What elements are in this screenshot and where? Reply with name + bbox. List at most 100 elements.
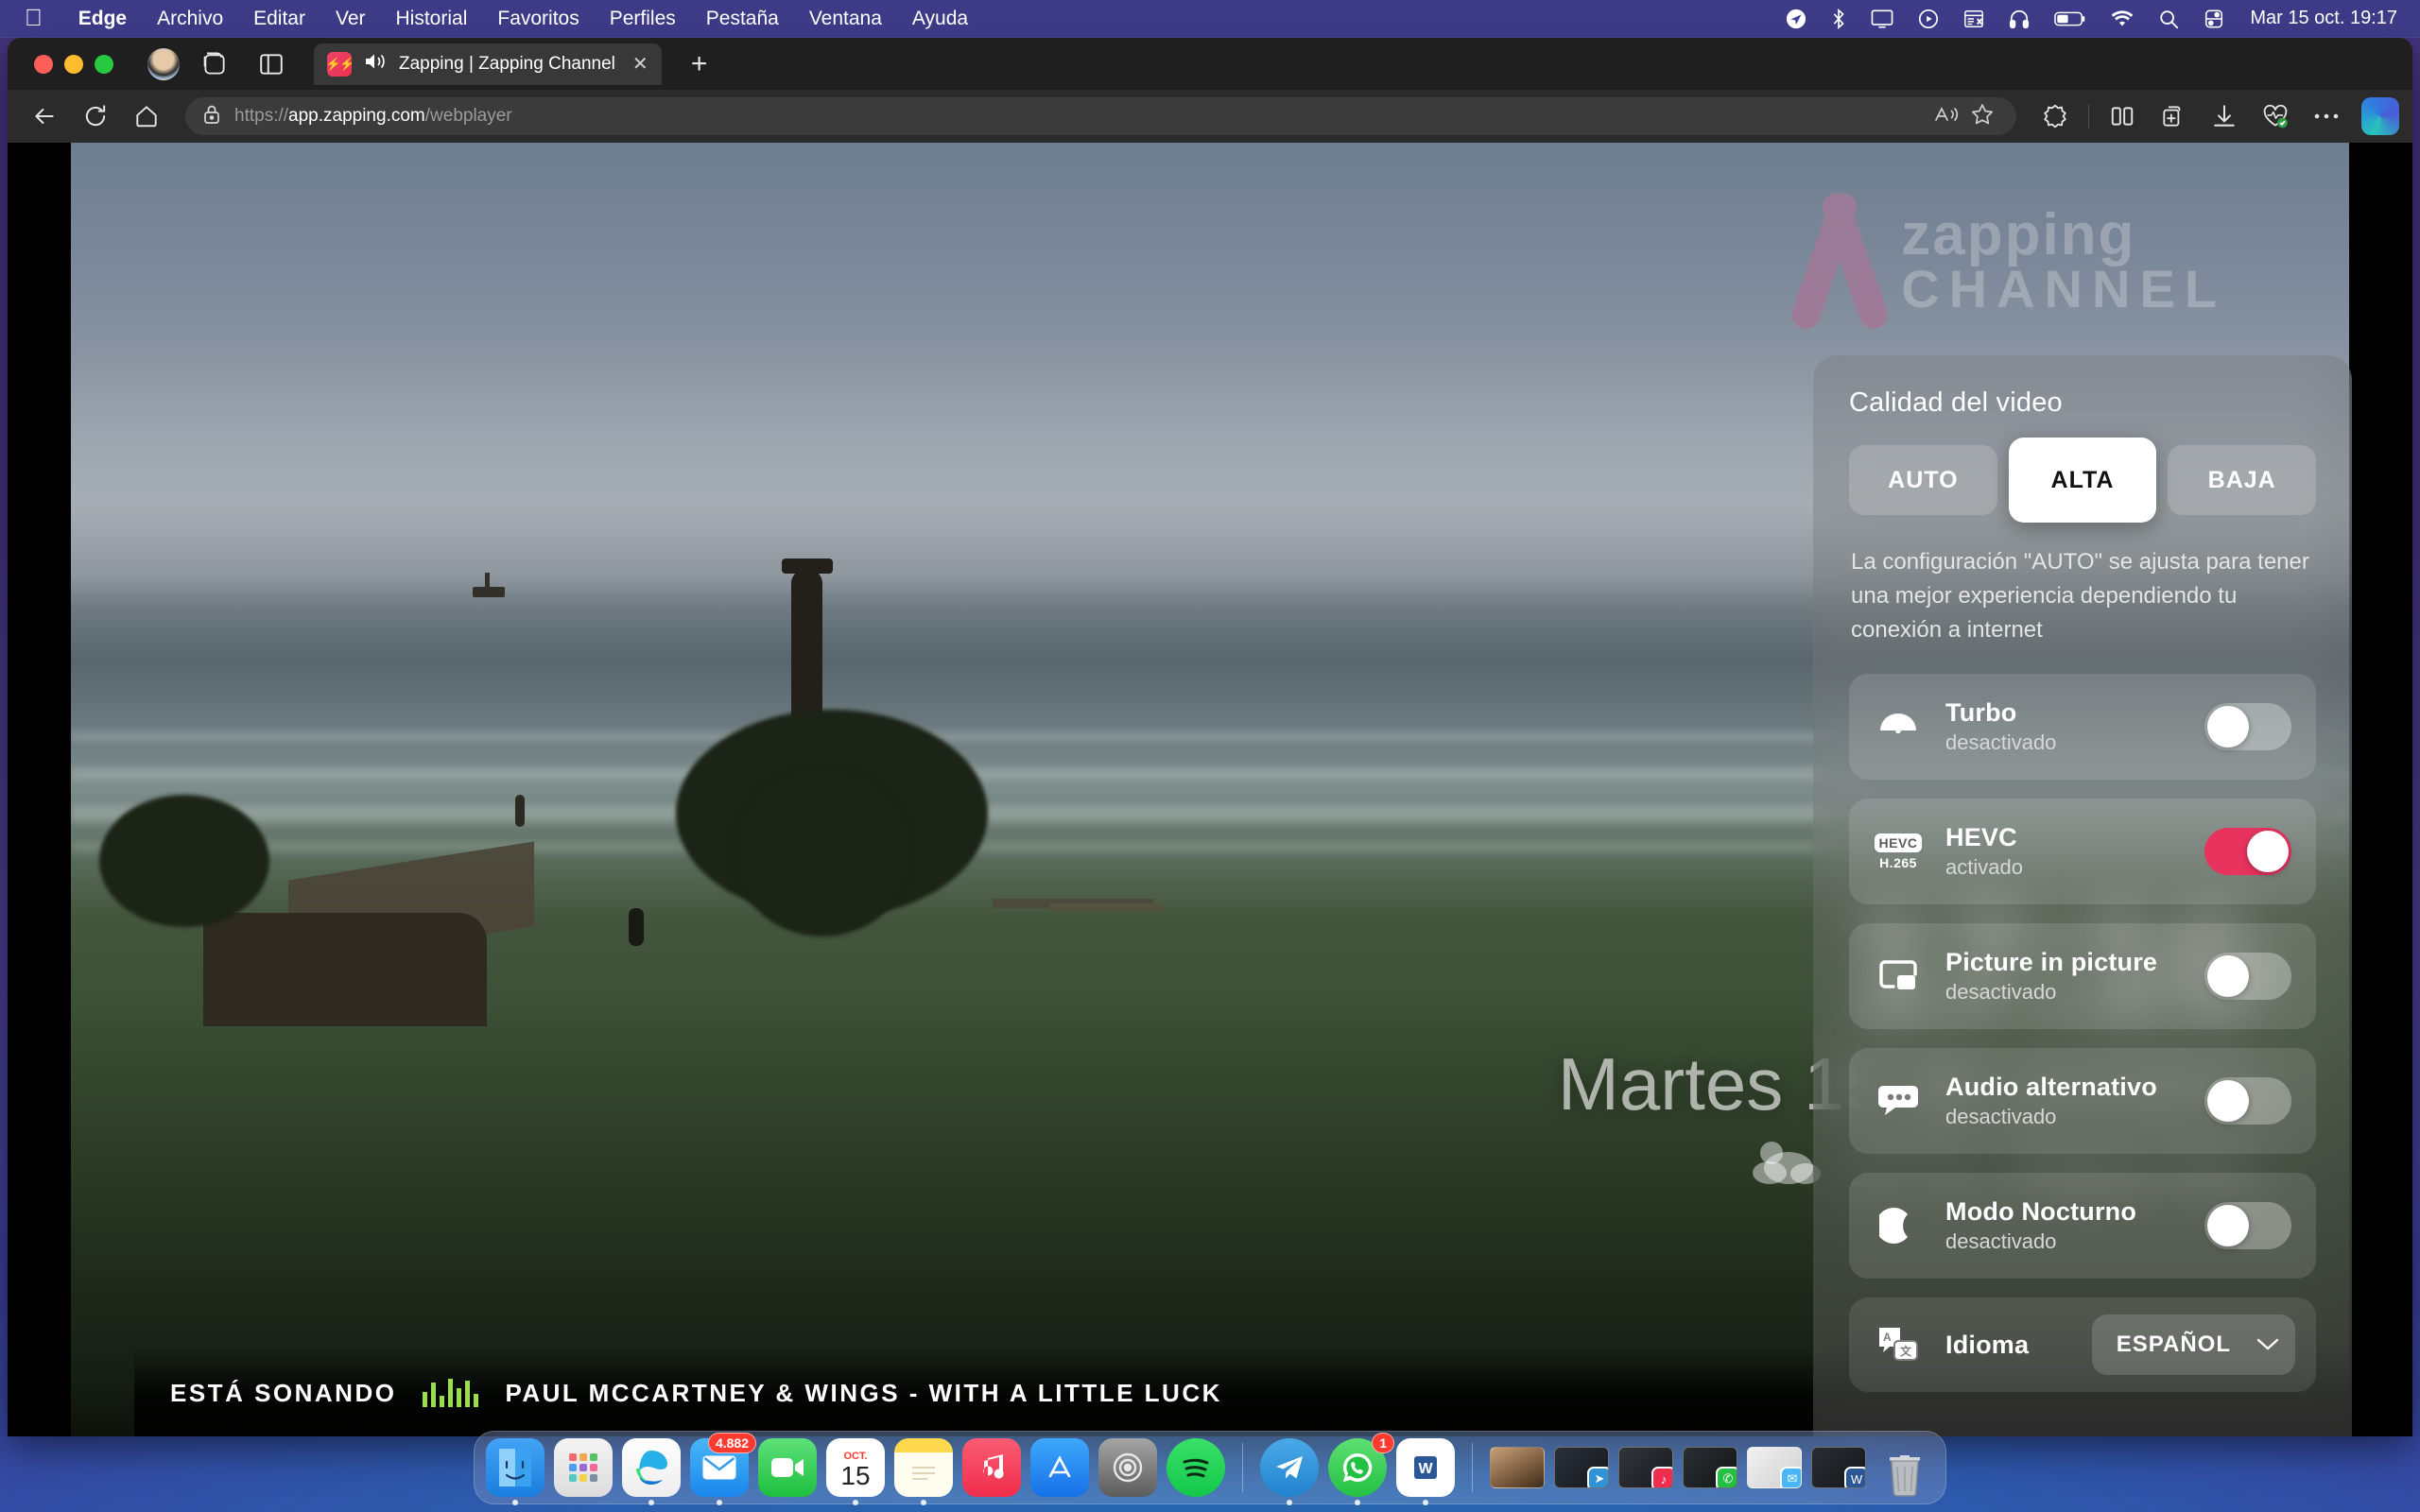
screenshot-icon[interactable] [1951, 9, 1996, 29]
dock-app-calendar[interactable]: OCT. 15 [826, 1438, 885, 1505]
menu-item-historial[interactable]: Historial [381, 8, 483, 30]
minimized-word-window[interactable]: W [1811, 1447, 1866, 1488]
setting-row-turbo[interactable]: Turbo desactivado [1849, 674, 2316, 780]
setting-title: Audio alternativo [1945, 1073, 2157, 1101]
display-icon[interactable] [1858, 9, 1906, 29]
browser-tab-zapping[interactable]: ⚡⚡ Zapping | Zapping Channel ✕ [314, 43, 662, 85]
workspaces-icon[interactable] [193, 45, 236, 83]
setting-row-hevc[interactable]: HEVC H.265 HEVC activado [1849, 799, 2316, 904]
downloads-icon[interactable] [2201, 96, 2248, 136]
dock-app-spotify[interactable] [1167, 1438, 1225, 1497]
split-pane-icon[interactable] [250, 45, 293, 83]
control-center-icon[interactable] [2191, 9, 2237, 29]
split-screen-icon[interactable] [2099, 96, 2146, 136]
dock-app-mail[interactable]: 4.882 [690, 1433, 756, 1505]
dock-app-notes[interactable] [894, 1438, 953, 1505]
quality-option-alta[interactable]: ALTA [2008, 438, 2157, 523]
menubar-clock[interactable]: Mar 15 oct. 19:17 [2237, 8, 2420, 29]
menu-item-ayuda[interactable]: Ayuda [897, 8, 983, 30]
new-tab-button[interactable]: + [679, 49, 720, 78]
search-icon[interactable] [2146, 9, 2191, 29]
menu-item-ventana[interactable]: Ventana [794, 8, 897, 30]
minimized-whatsapp-window[interactable]: ✆ [1683, 1447, 1737, 1488]
whatsapp-badge-icon: ✆ [1716, 1467, 1737, 1487]
battery-icon[interactable] [2042, 9, 2099, 28]
home-icon[interactable] [123, 96, 170, 136]
video-stage: zapping CHANNEL 17:16 Martes 15 de octub… [8, 143, 2412, 1436]
dock-app-facetime[interactable] [758, 1438, 817, 1497]
copilot-icon[interactable] [2361, 97, 2399, 135]
url-text: https://app.zapping.com/webplayer [234, 106, 512, 126]
quality-option-auto[interactable]: AUTO [1849, 445, 1997, 515]
wifi-icon[interactable] [2099, 9, 2146, 28]
minimize-window-button[interactable] [64, 54, 83, 74]
minimized-telegram-window[interactable]: ➤ [1554, 1447, 1609, 1488]
dock-app-telegram[interactable] [1260, 1438, 1319, 1505]
menu-item-archivo[interactable]: Archivo [142, 8, 238, 30]
language-value: ESPAÑOL [2116, 1332, 2231, 1357]
toggle-hevc[interactable] [2204, 828, 2291, 875]
more-options-icon[interactable] [2303, 96, 2350, 136]
location-icon[interactable] [1773, 9, 1819, 29]
favorite-star-icon[interactable] [1969, 102, 1996, 131]
toggle-turbo[interactable] [2204, 703, 2291, 750]
reload-icon[interactable] [72, 96, 119, 136]
apple-logo-icon[interactable]:  [25, 7, 43, 30]
setting-row-idioma[interactable]: A 文 Idioma ESPAÑOL [1849, 1297, 2316, 1392]
close-tab-button[interactable]: ✕ [627, 52, 648, 76]
toolbar-divider [2088, 104, 2089, 129]
menu-item-editar[interactable]: Editar [238, 8, 320, 30]
bluetooth-icon[interactable] [1819, 8, 1858, 29]
setting-status: desactivado [1945, 1229, 2057, 1253]
dock-app-launchpad[interactable] [554, 1438, 613, 1497]
back-arrow-icon[interactable] [21, 96, 68, 136]
speedometer-icon [1872, 708, 1925, 746]
quality-option-baja[interactable]: BAJA [2168, 445, 2317, 515]
browser-essentials-icon[interactable] [2252, 96, 2299, 136]
watermark-sub-text: CHANNEL [1901, 258, 2226, 318]
address-bar[interactable]: https://app.zapping.com/webplayer [185, 97, 2016, 135]
headphones-icon[interactable] [1996, 9, 2042, 29]
read-aloud-icon[interactable] [1933, 103, 1960, 130]
telegram-badge-icon: ➤ [1587, 1467, 1608, 1487]
calendar-day: 15 [840, 1460, 871, 1490]
toggle-modo-nocturno[interactable] [2204, 1202, 2291, 1249]
menu-item-perfiles[interactable]: Perfiles [595, 8, 691, 30]
whatsapp-badge: 1 [1372, 1433, 1394, 1453]
close-window-button[interactable] [34, 54, 53, 74]
toggle-audio-alternativo[interactable] [2204, 1077, 2291, 1125]
extensions-icon[interactable] [2031, 96, 2079, 136]
now-playing-icon[interactable] [1906, 9, 1951, 29]
dock-app-finder[interactable] [486, 1438, 544, 1505]
setting-row-audio-alternativo[interactable]: Audio alternativo desactivado [1849, 1048, 2316, 1154]
setting-row-modo-nocturno[interactable]: Modo Nocturno desactivado [1849, 1173, 2316, 1279]
setting-row-picture-in-picture[interactable]: Picture in picture desactivado [1849, 923, 2316, 1029]
setting-status: desactivado [1945, 980, 2057, 1004]
now-playing-label: ESTÁ SONANDO [170, 1378, 397, 1407]
language-dropdown[interactable]: ESPAÑOL [2091, 1314, 2295, 1375]
dock-app-music[interactable] [962, 1438, 1021, 1497]
dock-app-app-store[interactable] [1030, 1438, 1089, 1497]
collections-icon[interactable] [2150, 96, 2197, 136]
setting-title: Modo Nocturno [1945, 1197, 2137, 1226]
toggle-picture-in-picture[interactable] [2204, 953, 2291, 1000]
dock-app-whatsapp[interactable]: 1 [1328, 1433, 1394, 1505]
menu-item-ver[interactable]: Ver [320, 8, 381, 30]
maximize-window-button[interactable] [95, 54, 113, 74]
minimized-music-window[interactable]: ♪ [1618, 1447, 1673, 1488]
dock-app-microsoft-word[interactable]: W [1396, 1438, 1455, 1505]
menu-item-favoritos[interactable]: Favoritos [482, 8, 594, 30]
menu-item-edge[interactable]: Edge [63, 8, 142, 30]
menu-item-pestana[interactable]: Pestaña [691, 8, 794, 30]
profile-avatar[interactable] [147, 47, 180, 80]
speaker-playing-icon[interactable] [363, 51, 388, 77]
trash-icon[interactable] [1876, 1438, 1934, 1497]
minimized-photo-window[interactable] [1490, 1447, 1545, 1488]
dock-app-microsoft-edge[interactable] [622, 1438, 681, 1505]
dock-app-system-settings[interactable] [1098, 1438, 1157, 1497]
macos-menubar:  Edge Archivo Editar Ver Historial Favo… [0, 0, 2420, 38]
minimized-mail-window[interactable]: ✉ [1747, 1447, 1802, 1488]
dock-separator-1 [1242, 1443, 1243, 1492]
dock-separator-2 [1472, 1443, 1473, 1492]
word-badge-icon: W [1844, 1467, 1865, 1487]
